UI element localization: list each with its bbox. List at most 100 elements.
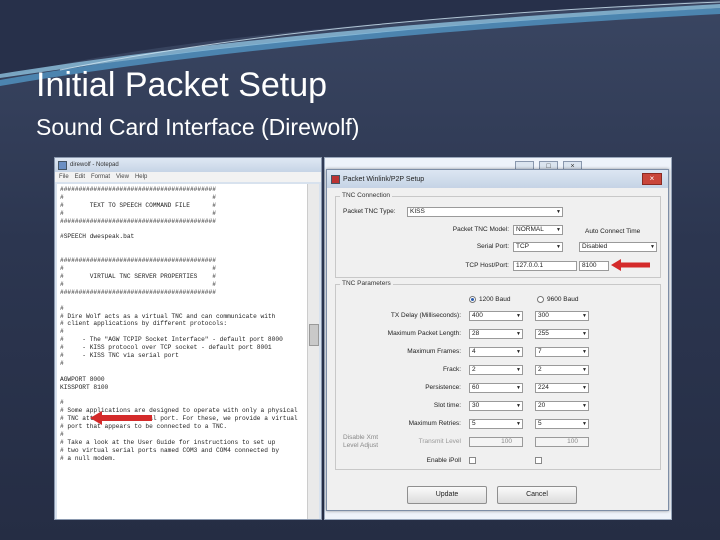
- tnc-connection-label: TNC Connection: [340, 192, 393, 199]
- persistence-1200-select[interactable]: 60 ▼: [469, 383, 523, 393]
- enable-poll-checkbox-1200[interactable]: [469, 457, 476, 464]
- baud-1200-radio[interactable]: [469, 296, 476, 303]
- tnc-type-label: Packet TNC Type:: [343, 208, 396, 215]
- max-retries-9600-select[interactable]: 5 ▼: [535, 419, 589, 429]
- chevron-down-icon: ▼: [582, 331, 587, 337]
- tnc-model-value: NORMAL: [516, 226, 544, 233]
- chevron-down-icon: ▼: [556, 209, 561, 215]
- chevron-down-icon: ▼: [650, 244, 655, 250]
- chevron-down-icon: ▼: [516, 331, 521, 337]
- notepad-titlebar[interactable]: direwolf - Notepad: [55, 158, 321, 172]
- disable-xmt-label: Disable Xmt: [343, 434, 379, 441]
- tcp-port-input[interactable]: 8100: [579, 261, 609, 271]
- max-frames-1200-select[interactable]: 4 ▼: [469, 347, 523, 357]
- dialog-title: Packet Winlink/P2P Setup: [343, 175, 425, 183]
- persistence-9600-select[interactable]: 224 ▼: [535, 383, 589, 393]
- scroll-thumb[interactable]: [309, 324, 319, 346]
- persistence-9600-value: 224: [538, 384, 549, 391]
- baud-1200-label: 1200 Baud: [479, 296, 511, 303]
- chevron-down-icon: ▼: [516, 367, 521, 373]
- tx-delay-9600-select[interactable]: 300 ▼: [535, 311, 589, 321]
- notepad-window: direwolf - Notepad File Edit Format View…: [54, 157, 322, 520]
- slot-time-1200-value: 30: [472, 402, 480, 409]
- slot-time-1200-select[interactable]: 30 ▼: [469, 401, 523, 411]
- max-retries-label: Maximum Retries:: [408, 420, 461, 427]
- notepad-menubar: File Edit Format View Help: [55, 172, 321, 182]
- slot-time-label: Slot time:: [433, 402, 461, 409]
- slide-subtitle: Sound Card Interface (Direwolf): [36, 114, 360, 140]
- chevron-down-icon: ▼: [556, 227, 561, 233]
- max-frames-1200-value: 4: [472, 348, 476, 355]
- enable-poll-label: Enable iPoll: [426, 457, 461, 464]
- serial-port-value: TCP: [516, 243, 529, 250]
- serial-port-label: Serial Port:: [476, 243, 509, 250]
- chevron-down-icon: ▼: [556, 244, 561, 250]
- tx-delay-1200-select[interactable]: 400 ▼: [469, 311, 523, 321]
- tcp-host-label: TCP Host/Port:: [465, 262, 509, 269]
- baud-9600-radio[interactable]: [537, 296, 544, 303]
- max-retries-1200-select[interactable]: 5 ▼: [469, 419, 523, 429]
- notepad-icon: [58, 160, 67, 170]
- max-packet-1200-value: 28: [472, 330, 480, 337]
- autoconnect-select[interactable]: Disabled ▼: [579, 242, 657, 252]
- menu-edit[interactable]: Edit: [75, 174, 85, 180]
- persistence-1200-value: 60: [472, 384, 480, 391]
- chevron-down-icon: ▼: [516, 421, 521, 427]
- chevron-down-icon: ▼: [516, 403, 521, 409]
- chevron-down-icon: ▼: [582, 349, 587, 355]
- frack-9600-select[interactable]: 2 ▼: [535, 365, 589, 375]
- chevron-down-icon: ▼: [516, 313, 521, 319]
- frack-label: Frack:: [442, 366, 461, 373]
- max-frames-label: Maximum Frames:: [407, 348, 461, 355]
- tnc-type-select[interactable]: KISS ▼: [407, 207, 563, 217]
- notepad-text-area[interactable]: ########################################…: [57, 184, 309, 519]
- tx-delay-label: TX Delay (Milliseconds):: [390, 312, 461, 319]
- chevron-down-icon: ▼: [582, 403, 587, 409]
- max-frames-9600-select[interactable]: 7 ▼: [535, 347, 589, 357]
- slot-time-9600-select[interactable]: 20 ▼: [535, 401, 589, 411]
- max-retries-1200-value: 5: [472, 420, 476, 427]
- tx-delay-1200-value: 400: [472, 312, 483, 319]
- max-retries-9600-value: 5: [538, 420, 542, 427]
- update-button[interactable]: Update: [407, 486, 487, 504]
- cancel-button[interactable]: Cancel: [497, 486, 577, 504]
- packet-setup-dialog: Packet Winlink/P2P Setup × TNC Connectio…: [326, 169, 669, 511]
- frack-9600-value: 2: [538, 366, 542, 373]
- menu-view[interactable]: View: [116, 174, 129, 180]
- red-arrow-kissport: [90, 411, 152, 425]
- autoconnect-value: Disabled: [582, 243, 608, 250]
- serial-port-select[interactable]: TCP ▼: [513, 242, 563, 252]
- max-packet-9600-value: 255: [538, 330, 549, 337]
- notepad-scrollbar[interactable]: [307, 184, 319, 519]
- max-frames-9600-value: 7: [538, 348, 542, 355]
- transmit-level-9600-input[interactable]: 100: [535, 437, 589, 447]
- enable-poll-checkbox-9600[interactable]: [535, 457, 542, 464]
- chevron-down-icon: ▼: [582, 385, 587, 391]
- tcp-host-input[interactable]: 127.0.0.1: [513, 261, 577, 271]
- transmit-level-1200-input[interactable]: 100: [469, 437, 523, 447]
- slot-time-9600-value: 20: [538, 402, 546, 409]
- level-adjust-label: Level Adjust: [343, 442, 379, 449]
- red-arrow-port: [611, 259, 650, 271]
- max-packet-label: Maximum Packet Length:: [387, 330, 461, 337]
- dialog-titlebar[interactable]: Packet Winlink/P2P Setup: [327, 170, 668, 188]
- dialog-close-icon[interactable]: ×: [642, 173, 662, 185]
- dialog-icon: [331, 174, 340, 184]
- max-packet-9600-select[interactable]: 255 ▼: [535, 329, 589, 339]
- chevron-down-icon: ▼: [516, 385, 521, 391]
- frack-1200-select[interactable]: 2 ▼: [469, 365, 523, 375]
- menu-help[interactable]: Help: [135, 174, 147, 180]
- max-packet-1200-select[interactable]: 28 ▼: [469, 329, 523, 339]
- chevron-down-icon: ▼: [516, 349, 521, 355]
- tnc-parameters-label: TNC Parameters: [340, 280, 393, 287]
- chevron-down-icon: ▼: [582, 367, 587, 373]
- tnc-model-label: Packet TNC Model:: [452, 226, 509, 233]
- slide-title: Initial Packet Setup: [36, 66, 328, 104]
- autoconnect-label: Auto Connect Time: [585, 228, 641, 235]
- menu-format[interactable]: Format: [91, 174, 110, 180]
- frack-1200-value: 2: [472, 366, 476, 373]
- menu-file[interactable]: File: [59, 174, 69, 180]
- tnc-model-select[interactable]: NORMAL ▼: [513, 225, 563, 235]
- notepad-title: direwolf - Notepad: [70, 162, 119, 168]
- tx-delay-9600-value: 300: [538, 312, 549, 319]
